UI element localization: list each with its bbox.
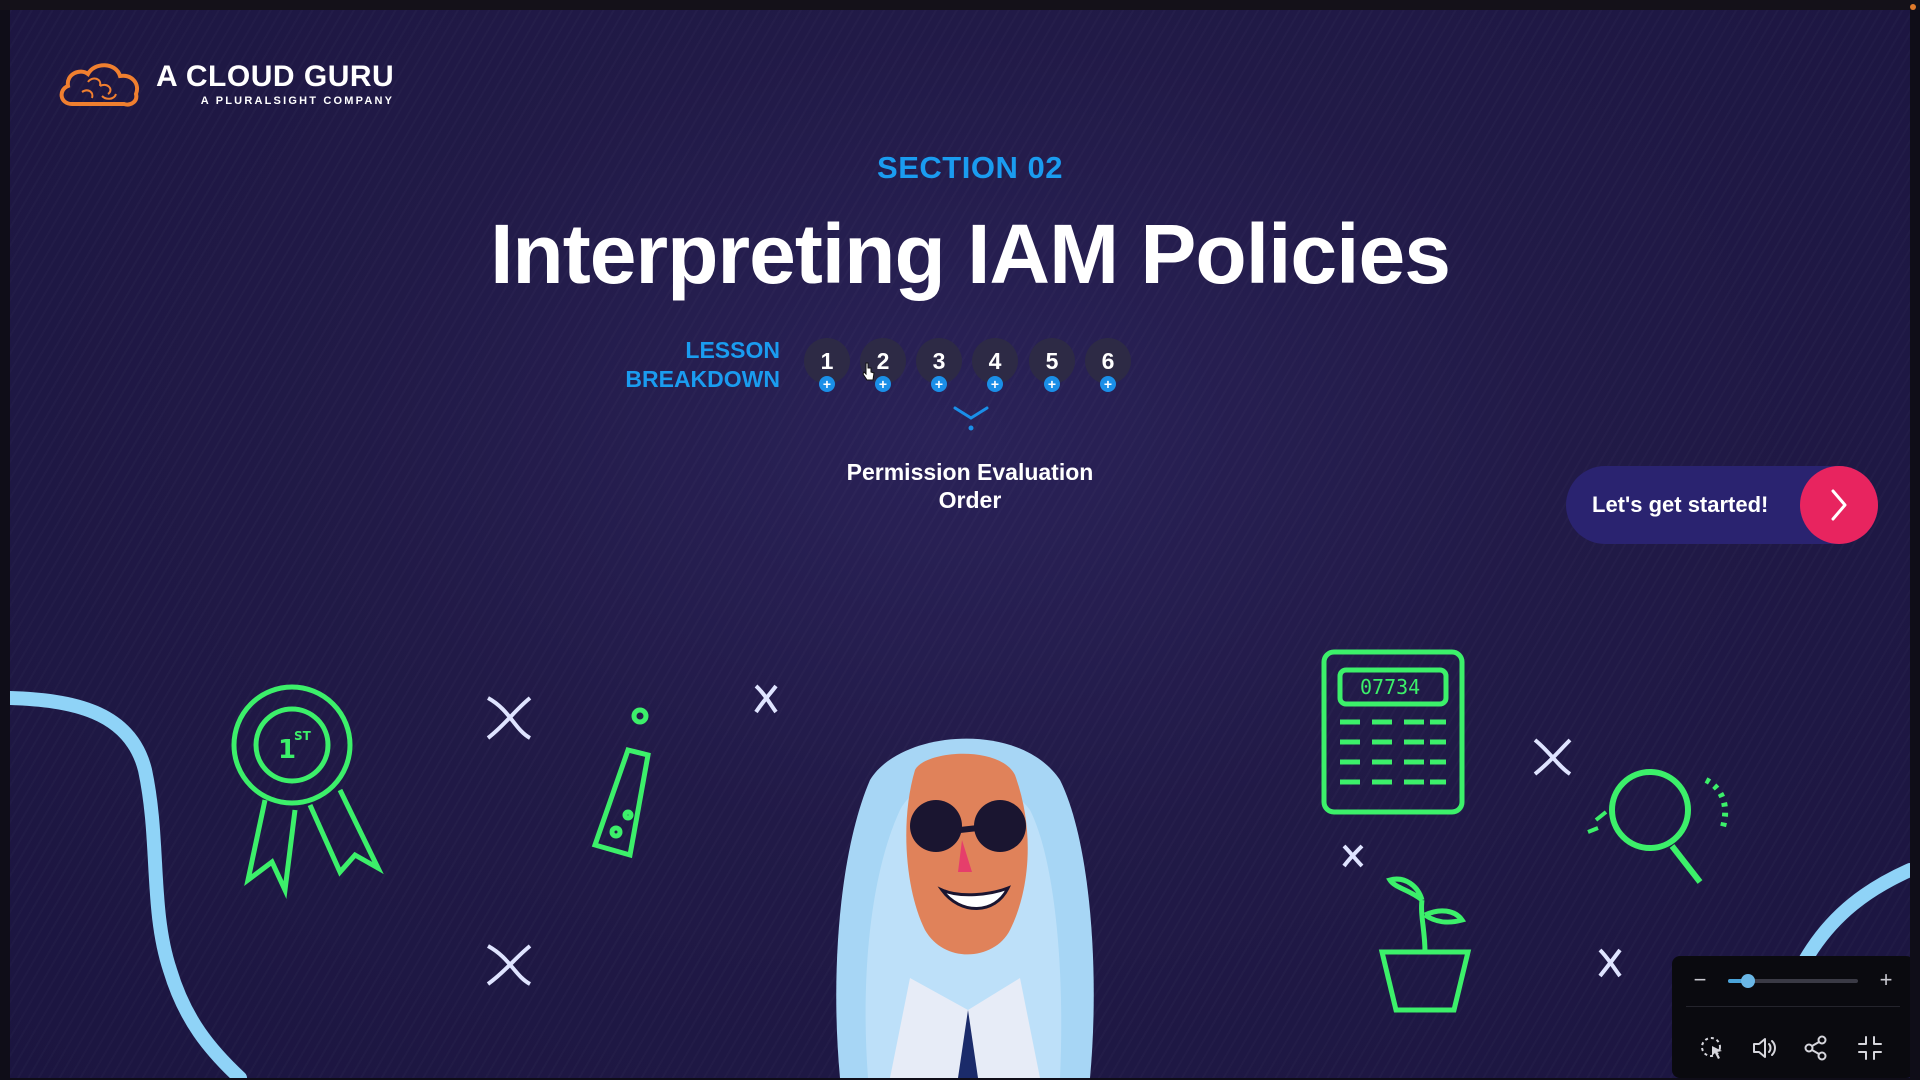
plant-icon — [1378, 876, 1472, 1013]
lesson-description-line2: Order — [938, 487, 1002, 513]
logo-name: A CLOUD GURU — [156, 60, 395, 93]
recording-indicator — [1910, 4, 1916, 10]
plus-icon: + — [931, 376, 947, 392]
mouse-cursor-icon — [862, 362, 875, 381]
plus-icon: + — [875, 376, 891, 392]
cloud-brain-icon — [59, 63, 139, 107]
scientist-character — [836, 738, 1094, 1078]
section-label: SECTION 02 — [877, 150, 1063, 185]
lesson-number: 2 — [876, 347, 890, 374]
flask-icon — [591, 707, 651, 859]
lesson-number: 4 — [988, 347, 1002, 374]
lesson-number: 6 — [1101, 347, 1115, 374]
lesson-label-line2: BREAKDOWN — [625, 366, 780, 392]
get-started-label: Let's get started! — [1592, 492, 1769, 517]
lesson-button-6[interactable]: 6 + — [1085, 338, 1131, 392]
plus-icon: + — [1100, 376, 1116, 392]
zoom-in-button[interactable]: + — [1876, 969, 1896, 991]
lesson-button-1[interactable]: 1 + — [804, 338, 850, 392]
plus-icon: + — [1044, 376, 1060, 392]
get-started-button[interactable]: Let's get started! — [1566, 466, 1878, 544]
plus-icon: + — [819, 376, 835, 392]
lesson-number: 5 — [1045, 347, 1059, 374]
lesson-button-5[interactable]: 5 + — [1029, 338, 1075, 392]
magnifying-glass-icon — [1587, 769, 1729, 884]
zoom-out-button[interactable]: − — [1690, 969, 1710, 991]
slide-frame: 1 ST 07734 A CLOUD GURU A PLURALSIGHT CO… — [10, 10, 1910, 1078]
award-ribbon-icon: 1 ST — [231, 684, 384, 899]
lesson-description: Permission Evaluation Order — [790, 458, 1150, 514]
lesson-description-line1: Permission Evaluation — [846, 459, 1094, 485]
calculator-icon: 07734 — [1321, 649, 1465, 815]
cursor-select-icon[interactable] — [1698, 1034, 1726, 1062]
lesson-number: 3 — [932, 347, 946, 374]
lesson-number: 1 — [820, 347, 834, 374]
zoom-slider-thumb[interactable] — [1740, 974, 1755, 988]
lesson-button-3[interactable]: 3 + — [916, 338, 962, 392]
svg-text:07734: 07734 — [1360, 675, 1420, 699]
player-controls: − + — [1672, 956, 1910, 1078]
chevron-down-icon — [953, 406, 989, 431]
left-wave-line — [10, 691, 247, 1078]
volume-icon[interactable] — [1750, 1034, 1778, 1062]
chevron-right-icon — [1800, 466, 1878, 544]
svg-text:ST: ST — [294, 729, 312, 743]
player-divider — [1686, 1006, 1900, 1007]
logo-subtitle: A PLURALSIGHT COMPANY — [200, 95, 395, 107]
logo[interactable]: A CLOUD GURU A PLURALSIGHT COMPANY — [58, 56, 394, 112]
lesson-label-line1: LESSON — [685, 337, 780, 363]
plus-icon: + — [987, 376, 1003, 392]
lesson-button-4[interactable]: 4 + — [972, 338, 1018, 392]
page-title: Interpreting IAM Policies — [490, 207, 1451, 301]
zoom-slider[interactable] — [1728, 974, 1858, 988]
lesson-breakdown-label: LESSON BREAKDOWN — [610, 336, 780, 394]
exit-fullscreen-icon[interactable] — [1856, 1034, 1884, 1062]
share-icon[interactable] — [1802, 1034, 1830, 1062]
window-top-bar — [0, 0, 1920, 10]
